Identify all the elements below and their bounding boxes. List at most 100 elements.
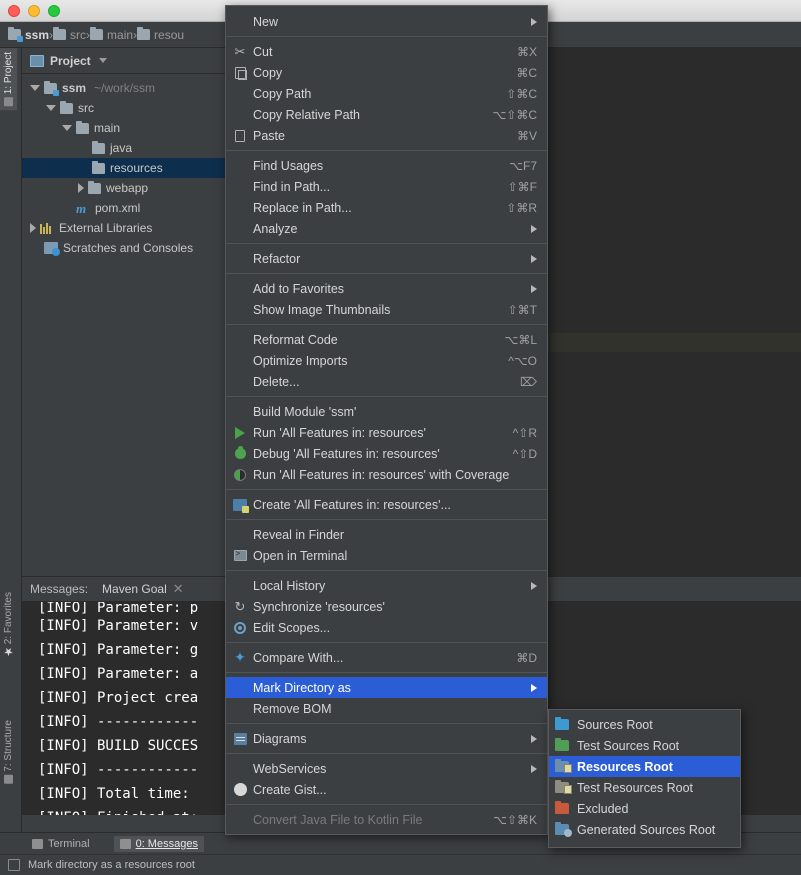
menu-item-create-gist[interactable]: Create Gist... — [226, 779, 547, 800]
menu-item-label: Open in Terminal — [253, 548, 348, 563]
menu-item-reformat-code[interactable]: Reformat Code ⌥⌘L — [226, 329, 547, 350]
breadcrumb-item-resou[interactable]: resou — [137, 27, 184, 42]
menu-item-label: Reveal in Finder — [253, 527, 345, 542]
menu-item-mark-directory-as[interactable]: Mark Directory as — [226, 677, 547, 698]
menu-item-copy-relative-path[interactable]: Copy Relative Path ⌥⇧⌘C — [226, 104, 547, 125]
breadcrumb-item-src[interactable]: src — [53, 27, 86, 42]
breadcrumb-item-main[interactable]: main — [90, 27, 133, 42]
folder-icon — [88, 180, 101, 194]
folder-icon — [90, 27, 104, 40]
submenu-item-icon-slot — [555, 801, 571, 814]
menu-item-label: Run 'All Features in: resources' — [253, 425, 426, 440]
tree-node-webapp[interactable]: webapp — [22, 178, 236, 198]
menu-item-find-usages[interactable]: Find Usages ⌥F7 — [226, 155, 547, 176]
chevron-right-icon[interactable] — [78, 183, 84, 193]
menu-item-diagrams[interactable]: Diagrams — [226, 728, 547, 749]
menu-item-icon-slot — [232, 621, 248, 634]
structure-icon — [4, 774, 13, 784]
submenu-item-resources-root[interactable]: Resources Root — [549, 756, 740, 777]
submenu-item-generated-sources-root[interactable]: Generated Sources Root — [549, 819, 740, 840]
close-icon[interactable]: ✕ — [173, 581, 184, 597]
star-icon — [4, 647, 13, 656]
tree-node-main[interactable]: main — [22, 118, 236, 138]
menu-item-run-all-features-in-resources-with-coverage[interactable]: Run 'All Features in: resources' with Co… — [226, 464, 547, 485]
chevron-down-icon[interactable] — [98, 58, 107, 63]
submenu-item-sources-root[interactable]: Sources Root — [549, 714, 740, 735]
tree-node-java[interactable]: java — [22, 138, 236, 158]
submenu-item-excluded[interactable]: Excluded — [549, 798, 740, 819]
chevron-down-icon[interactable] — [46, 105, 56, 111]
sidebar-item-project[interactable]: 1: Project — [0, 48, 17, 111]
menu-item-icon-slot — [232, 498, 249, 513]
menu-item-debug-all-features-in-resources[interactable]: Debug 'All Features in: resources' ^⇧D — [226, 443, 547, 464]
tree-node-external-libraries[interactable]: External Libraries — [22, 218, 236, 238]
submenu-item-test-sources-root[interactable]: Test Sources Root — [549, 735, 740, 756]
sidebar-item-favorites[interactable]: 2: Favorites — [0, 588, 17, 660]
window-icon[interactable] — [8, 859, 20, 871]
menu-item-show-image-thumbnails[interactable]: Show Image Thumbnails ⇧⌘T — [226, 299, 547, 320]
tree-node-src[interactable]: src — [22, 98, 236, 118]
tree-node-ssm[interactable]: ssm ~/work/ssm — [22, 78, 236, 98]
scratches-icon — [44, 242, 60, 256]
menu-item-optimize-imports[interactable]: Optimize Imports ^⌥O — [226, 350, 547, 371]
chevron-right-icon[interactable] — [30, 223, 36, 233]
bottom-tab-0-messages[interactable]: 0: Messages — [113, 835, 204, 852]
scopes-icon — [234, 621, 246, 634]
menu-item-icon-slot — [232, 468, 248, 481]
chevron-right-icon — [531, 254, 537, 263]
menu-item-create-all-features-in-resources[interactable]: Create 'All Features in: resources'... — [226, 494, 547, 515]
debug-icon — [234, 446, 246, 459]
menu-item-local-history[interactable]: Local History — [226, 575, 547, 596]
menu-separator — [226, 396, 547, 397]
menu-item-find-in-path[interactable]: Find in Path... ⇧⌘F — [226, 176, 547, 197]
menu-item-paste[interactable]: Paste ⌘V — [226, 125, 547, 146]
bottom-tab-terminal[interactable]: Terminal — [26, 836, 96, 852]
menu-item-add-to-favorites[interactable]: Add to Favorites — [226, 278, 547, 299]
sidebar-item-structure[interactable]: 7: Structure — [0, 716, 17, 788]
menu-item-icon-slot: ✂ — [232, 44, 248, 60]
chevron-down-icon[interactable] — [30, 85, 40, 91]
tree-node-label: main — [94, 121, 121, 135]
menu-item-label: New — [253, 14, 279, 29]
tree-node-resources[interactable]: resources — [22, 158, 236, 178]
submenu-item-test-resources-root[interactable]: Test Resources Root — [549, 777, 740, 798]
context-menu[interactable]: New ✂ Cut ⌘X Copy ⌘C Copy Path ⇧⌘C Copy Relative… — [225, 5, 548, 835]
folder-icon — [92, 160, 105, 174]
menu-item-edit-scopes[interactable]: Edit Scopes... — [226, 617, 547, 638]
project-tool-window[interactable]: Project ssm ~/work/ssm src main java resource… — [22, 48, 237, 576]
menu-item-compare-with[interactable]: ✦ Compare With... ⌘D — [226, 647, 547, 668]
menu-item-label: Build Module 'ssm' — [253, 404, 357, 419]
menu-item-copy[interactable]: Copy ⌘C — [226, 62, 547, 83]
menu-item-cut[interactable]: ✂ Cut ⌘X — [226, 41, 547, 62]
menu-item-build-module-ssm[interactable]: Build Module 'ssm' — [226, 401, 547, 422]
tab-maven-goal[interactable]: Maven Goal ✕ — [102, 581, 184, 597]
tree-node-scratches-and-consoles[interactable]: Scratches and Consoles — [22, 238, 236, 258]
menu-separator — [226, 519, 547, 520]
mark-directory-as-submenu[interactable]: Sources Root Test Sources Root Resources R… — [548, 709, 741, 848]
project-panel-header[interactable]: Project — [22, 48, 236, 74]
tree-node-pom-xml[interactable]: m pom.xml — [22, 198, 236, 218]
menu-item-open-in-terminal[interactable]: Open in Terminal — [226, 545, 547, 566]
menu-item-shortcut: ⇧⌘T — [507, 302, 537, 317]
breadcrumb-item-ssm[interactable]: ssm — [8, 27, 49, 42]
menu-item-webservices[interactable]: WebServices — [226, 758, 547, 779]
menu-item-analyze[interactable]: Analyze — [226, 218, 547, 239]
project-tree[interactable]: ssm ~/work/ssm src main java resources webapp m… — [22, 74, 236, 258]
menu-item-new[interactable]: New — [226, 11, 547, 32]
menu-item-synchronize-resources[interactable]: ↻ Synchronize 'resources' — [226, 596, 547, 617]
menu-item-label: Paste — [253, 128, 285, 143]
menu-item-reveal-in-finder[interactable]: Reveal in Finder — [226, 524, 547, 545]
menu-item-remove-bom[interactable]: Remove BOM — [226, 698, 547, 719]
menu-item-delete[interactable]: Delete... ⌦ — [226, 371, 547, 392]
menu-item-replace-in-path[interactable]: Replace in Path... ⇧⌘R — [226, 197, 547, 218]
left-tool-strip-bottom[interactable]: 2: Favorites 7: Structure — [0, 588, 22, 848]
menu-item-refactor[interactable]: Refactor — [226, 248, 547, 269]
menu-item-run-all-features-in-resources[interactable]: Run 'All Features in: resources' ^⇧R — [226, 422, 547, 443]
tree-node-path: ~/work/ssm — [94, 81, 156, 95]
menu-item-copy-path[interactable]: Copy Path ⇧⌘C — [226, 83, 547, 104]
chevron-down-icon[interactable] — [62, 125, 72, 131]
left-tool-strip-top[interactable]: 1: Project — [0, 48, 22, 588]
module-folder-icon — [44, 80, 59, 96]
submenu-item-label: Generated Sources Root — [577, 822, 716, 837]
